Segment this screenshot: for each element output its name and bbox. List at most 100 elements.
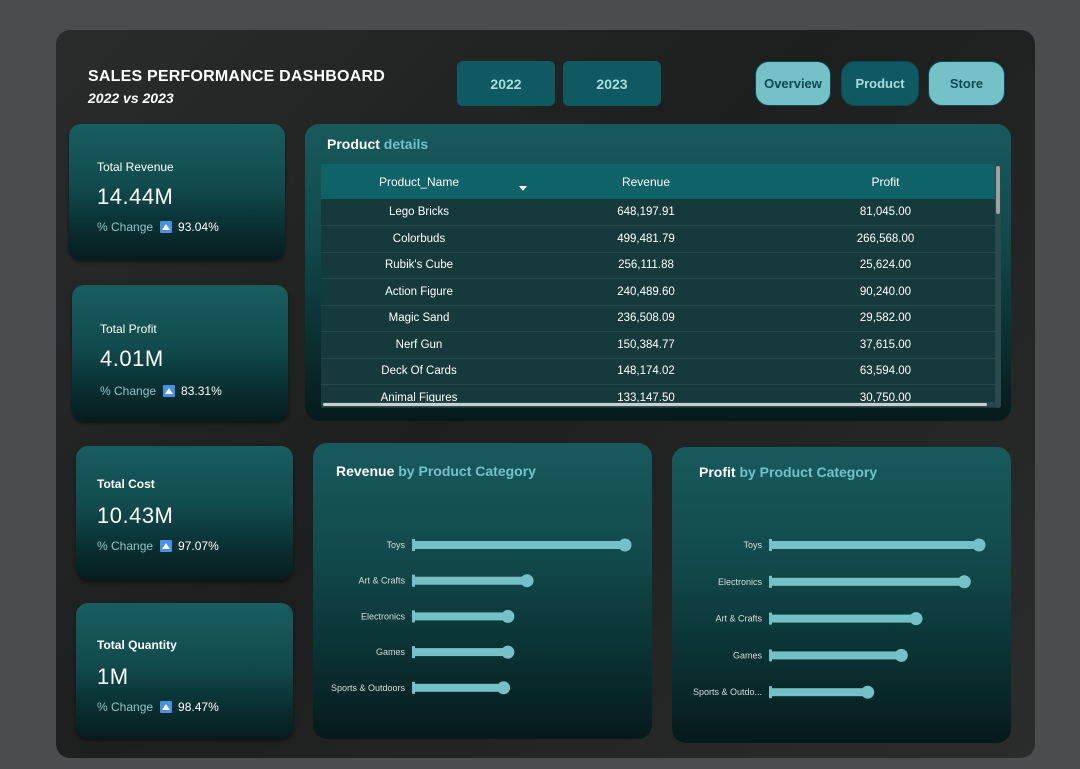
category-label: Toys (386, 540, 405, 550)
kpi-total-quantity: Total Quantity 1M % Change 98.47% (76, 603, 293, 739)
cell-revenue: 236,508.09 (617, 312, 675, 325)
bar-start-cap (769, 612, 772, 625)
cell-product-name: Colorbuds (392, 232, 446, 245)
bar[interactable] (769, 577, 965, 586)
bar[interactable] (769, 614, 916, 623)
cell-revenue: 648,197.91 (617, 206, 675, 218)
column-header-profit[interactable]: Profit (775, 164, 996, 199)
bar-start-cap (412, 610, 415, 623)
kpi-change-value: 98.47% (178, 700, 219, 714)
bar[interactable] (412, 683, 504, 692)
cell-product-name: Nerf Gun (395, 338, 443, 351)
up-arrow-icon (160, 701, 173, 713)
bar[interactable] (412, 648, 508, 657)
bar-end-dot[interactable] (861, 685, 875, 699)
bar-end-dot[interactable] (501, 645, 515, 659)
kpi-change-value: 93.04% (178, 220, 219, 234)
panel-title-accent: details (379, 136, 429, 152)
kpi-value: 10.43M (97, 503, 174, 528)
category-label: Art & Crafts (715, 614, 762, 624)
horizontal-scrollbar[interactable] (321, 402, 995, 407)
category-label: Art & Crafts (358, 576, 405, 586)
kpi-change-label: % Change (97, 539, 154, 553)
table-row[interactable]: Action Figure 240,489.60 90,240.00 (321, 278, 996, 305)
bar[interactable] (412, 541, 625, 549)
category-label: Games (376, 647, 406, 657)
kpi-value: 4.01M (100, 346, 164, 371)
bar-end-dot[interactable] (972, 538, 986, 552)
year-2022-button[interactable]: 2022 (457, 61, 555, 106)
horizontal-scroll-thumb[interactable] (323, 403, 987, 406)
bar-end-dot[interactable] (618, 538, 632, 552)
bar-start-cap (769, 686, 772, 699)
kpi-total-cost: Total Cost 10.43M % Change 97.07% (76, 446, 293, 580)
bar-start-cap (769, 575, 772, 588)
bar-end-dot[interactable] (894, 648, 908, 662)
profit-bar-chart: Toys Electronics Art & Crafts Games Sports &… (693, 538, 986, 699)
bar-end-dot[interactable] (501, 609, 515, 623)
category-label: Electronics (361, 611, 406, 621)
column-header-product-name[interactable]: Product_Name (321, 164, 527, 199)
category-label: Electronics (718, 577, 763, 587)
table-row[interactable]: Rubik's Cube 256,111.88 25,624.00 (321, 252, 996, 279)
bar-start-cap (769, 649, 772, 662)
kpi-label: Total Profit (100, 322, 157, 336)
cell-profit: 29,582.00 (859, 312, 912, 325)
product-table[interactable]: Product_Name Revenue Profit Lego Bricks 6… (321, 164, 1001, 408)
product-details-panel: Product details Product_Name Revenue Pro… (305, 124, 1011, 421)
column-header-label: Product_Name (378, 174, 460, 189)
vertical-scrollbar[interactable] (995, 164, 1001, 408)
bar-start-cap (412, 646, 415, 659)
bar[interactable] (412, 576, 528, 585)
category-label: Toys (743, 540, 762, 550)
kpi-change-label: % Change (97, 220, 154, 234)
year-2023-button[interactable]: 2023 (563, 61, 661, 106)
page-subtitle: 2022 vs 2023 (88, 90, 174, 106)
bar-end-dot[interactable] (909, 612, 923, 626)
kpi-value: 1M (97, 664, 129, 689)
nav-overview-button[interactable]: Overview (755, 61, 831, 106)
nav-product-button[interactable]: Product (841, 61, 919, 106)
kpi-change-value: 97.07% (178, 539, 219, 553)
cell-product-name: Action Figure (385, 285, 453, 298)
cell-revenue: 240,489.60 (617, 285, 675, 298)
bar[interactable] (769, 541, 979, 549)
cell-revenue: 256,111.88 (618, 259, 674, 272)
page-title: SALES PERFORMANCE DASHBOARD (88, 68, 385, 85)
panel-title: Product details (327, 136, 428, 152)
cell-revenue: 148,174.02 (617, 365, 675, 378)
up-arrow-icon (160, 221, 173, 233)
category-label: Games (733, 650, 763, 660)
column-header-revenue[interactable]: Revenue (517, 164, 775, 199)
kpi-change-value: 83.31% (181, 384, 222, 398)
kpi-change: % Change 98.47% (97, 700, 219, 714)
bar[interactable] (769, 688, 868, 697)
table-row[interactable]: Colorbuds 499,481.79 266,568.00 (321, 225, 996, 252)
bar-start-cap (412, 681, 415, 694)
cell-product-name: Lego Bricks (388, 206, 450, 218)
kpi-total-revenue: Total Revenue 14.44M % Change 93.04% (69, 124, 285, 260)
bar-end-dot[interactable] (957, 575, 971, 589)
table-row[interactable]: Deck Of Cards 148,174.02 63,594.00 (321, 358, 996, 385)
table-row[interactable]: Lego Bricks 648,197.91 81,045.00 (321, 199, 996, 226)
cell-profit: 37,615.00 (859, 338, 912, 351)
bar-end-dot[interactable] (520, 574, 534, 588)
kpi-label: Total Cost (97, 477, 155, 491)
table-row[interactable]: Nerf Gun 150,384.77 37,615.00 (321, 331, 996, 358)
up-arrow-icon (160, 540, 173, 552)
cell-profit: 63,594.00 (859, 365, 912, 378)
kpi-change: % Change 97.07% (97, 539, 219, 553)
nav-store-button[interactable]: Store (928, 61, 1005, 106)
kpi-total-profit: Total Profit 4.01M % Change 83.31% (72, 285, 288, 421)
kpi-label: Total Quantity (97, 638, 177, 652)
profit-by-category-panel: Profit by Product Category Toys Electroni… (672, 447, 1011, 743)
table-header-row: Product_Name Revenue Profit (321, 164, 996, 199)
bar-end-dot[interactable] (497, 681, 511, 695)
table-row[interactable]: Magic Sand 236,508.09 29,582.00 (321, 305, 996, 332)
bar[interactable] (769, 651, 902, 660)
dashboard-canvas: SALES PERFORMANCE DASHBOARD 2022 vs 2023… (56, 30, 1035, 758)
bar[interactable] (412, 612, 508, 621)
bar-start-cap (769, 539, 772, 551)
vertical-scroll-thumb[interactable] (996, 166, 1000, 214)
cell-profit: 90,240.00 (859, 285, 912, 298)
